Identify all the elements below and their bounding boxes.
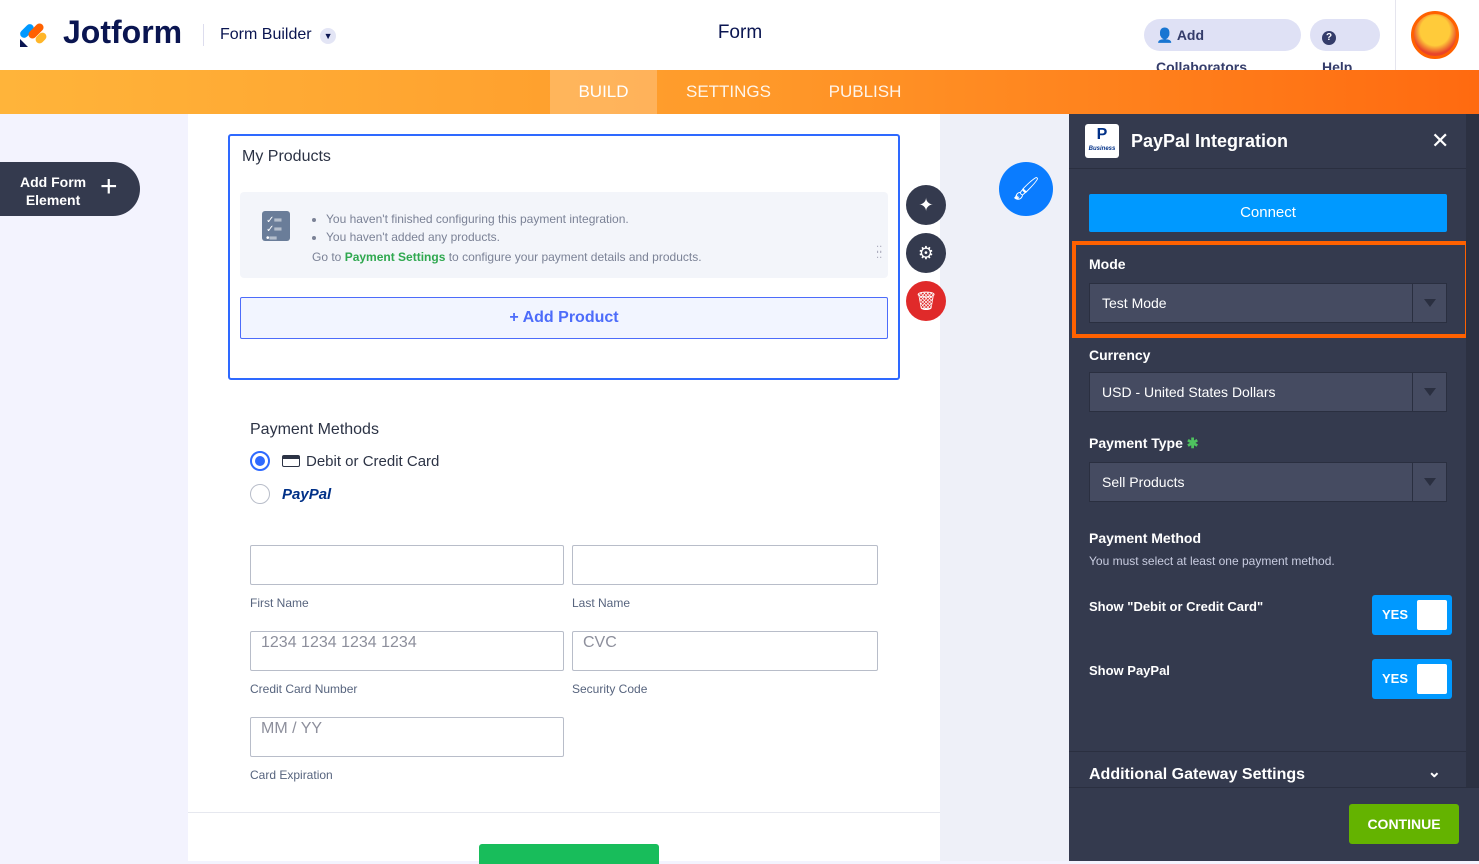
goto-text: Go to (312, 250, 345, 264)
last-name-input[interactable] (572, 545, 878, 585)
divider (1069, 168, 1466, 169)
last-name-label: Last Name (572, 596, 631, 610)
required-asterisk-icon: ✱ (1186, 435, 1199, 451)
divider (1395, 0, 1396, 70)
payment-method-label: Payment Method (1089, 530, 1202, 546)
help-button[interactable]: ? Help (1310, 19, 1380, 75)
warning-item: You haven't finished configuring this pa… (326, 210, 629, 228)
show-card-toggle[interactable]: YES (1372, 595, 1452, 635)
chevron-down-icon: ⌄ (1427, 764, 1441, 781)
products-field[interactable]: My Products ✓═✓═•═ You haven't finished … (228, 134, 900, 380)
drag-handle-icon[interactable]: ⁚⁚ ⁚⁚ (876, 246, 882, 261)
tab-build[interactable]: BUILD (550, 70, 657, 114)
cvc-label: Security Code (572, 682, 648, 696)
payment-methods-label: Payment Methods (250, 421, 379, 438)
canvas-gutter (940, 114, 1069, 861)
credit-card-label: Credit Card Number (250, 682, 358, 696)
jotform-logo-icon[interactable] (20, 17, 50, 47)
paint-roller-icon[interactable]: 🖌 (999, 162, 1053, 216)
checklist-icon: ✓═ ✓═ •═ (262, 211, 290, 244)
payment-type-select[interactable]: Sell Products (1089, 462, 1447, 502)
additional-settings-toggle[interactable]: Additional Gateway Settings ⌄ (1089, 764, 1441, 784)
jotform-logo[interactable]: Jotform (63, 14, 182, 51)
caret-down-icon (1412, 463, 1446, 501)
method-paypal-radio[interactable]: PayPal (250, 484, 331, 504)
paypal-integration-panel: P Business PayPal Integration ✕ Connect M… (1069, 114, 1479, 861)
connect-button[interactable]: Connect (1089, 194, 1447, 232)
products-title: My Products (242, 148, 331, 165)
expiration-input[interactable]: MM / YY (250, 717, 564, 757)
add-collaborators-button[interactable]: 👤 Add Collaborators (1144, 19, 1301, 75)
add-element-label: Element (25, 192, 81, 208)
add-form-element-button[interactable]: Add Form Element + (0, 162, 140, 216)
first-name-input[interactable] (250, 545, 564, 585)
mode-select[interactable]: Test Mode (1089, 283, 1447, 323)
cvc-input[interactable]: CVC (572, 631, 878, 671)
goto-text: to configure your payment details and pr… (445, 250, 702, 264)
credit-card-icon (282, 455, 300, 467)
mode-label: Mode (1089, 256, 1126, 272)
form-builder-label: Form Builder (220, 26, 312, 43)
tab-settings[interactable]: SETTINGS (657, 70, 800, 114)
add-product-button[interactable]: + Add Product (240, 297, 888, 339)
plus-icon: + (100, 170, 118, 203)
payment-warning-box: ✓═✓═•═ You haven't finished configuring … (240, 192, 888, 278)
tab-bar: BUILD SETTINGS PUBLISH (0, 70, 1479, 114)
caret-down-icon (1412, 284, 1446, 322)
panel-scrollbar[interactable] (1466, 114, 1479, 787)
show-card-label: Show "Debit or Credit Card" (1089, 599, 1264, 614)
caret-down-icon (1412, 373, 1446, 411)
close-icon[interactable]: ✕ (1431, 128, 1449, 154)
tab-publish[interactable]: PUBLISH (800, 70, 930, 114)
payment-settings-link[interactable]: Payment Settings (345, 250, 446, 264)
question-icon: ? (1322, 31, 1336, 45)
currency-label: Currency (1089, 347, 1151, 363)
avatar[interactable] (1411, 11, 1459, 59)
submit-button[interactable] (479, 844, 659, 864)
divider (188, 812, 940, 813)
divider (1069, 787, 1479, 788)
form-canvas: My Products ✓═✓═•═ You haven't finished … (188, 114, 1053, 864)
form-title[interactable]: Form (690, 22, 790, 44)
gear-icon[interactable]: ⚙ (906, 233, 946, 273)
currency-select[interactable]: USD - United States Dollars (1089, 372, 1447, 412)
user-icon: 👤 (1156, 27, 1174, 43)
divider (203, 24, 204, 46)
warning-item: You haven't added any products. (326, 228, 629, 246)
top-header: Jotform Form Builder ▼ Form 👤 Add Collab… (0, 0, 1479, 75)
continue-button[interactable]: CONTINUE (1349, 804, 1459, 844)
panel-title: PayPal Integration (1131, 131, 1289, 151)
show-paypal-toggle[interactable]: YES (1372, 659, 1452, 699)
chevron-down-icon: ▼ (320, 28, 337, 44)
expiration-label: Card Expiration (250, 768, 333, 782)
divider (1069, 751, 1466, 752)
paypal-logo: PayPal (282, 485, 332, 503)
method-card-radio[interactable]: Debit or Credit Card (250, 451, 439, 471)
payment-method-hint: You must select at least one payment met… (1089, 554, 1335, 568)
add-element-label: Add Form (20, 174, 87, 190)
paypal-business-logo: P Business (1085, 124, 1119, 158)
show-paypal-label: Show PayPal (1089, 663, 1170, 678)
trash-icon[interactable]: 🗑 (906, 281, 946, 321)
payment-type-label: Payment Type ✱ (1089, 435, 1199, 451)
credit-card-input[interactable]: 1234 1234 1234 1234 (250, 631, 564, 671)
first-name-label: First Name (250, 596, 309, 610)
form-builder-dropdown[interactable]: Form Builder ▼ (220, 26, 337, 44)
wand-icon[interactable]: ✦ (906, 185, 946, 225)
